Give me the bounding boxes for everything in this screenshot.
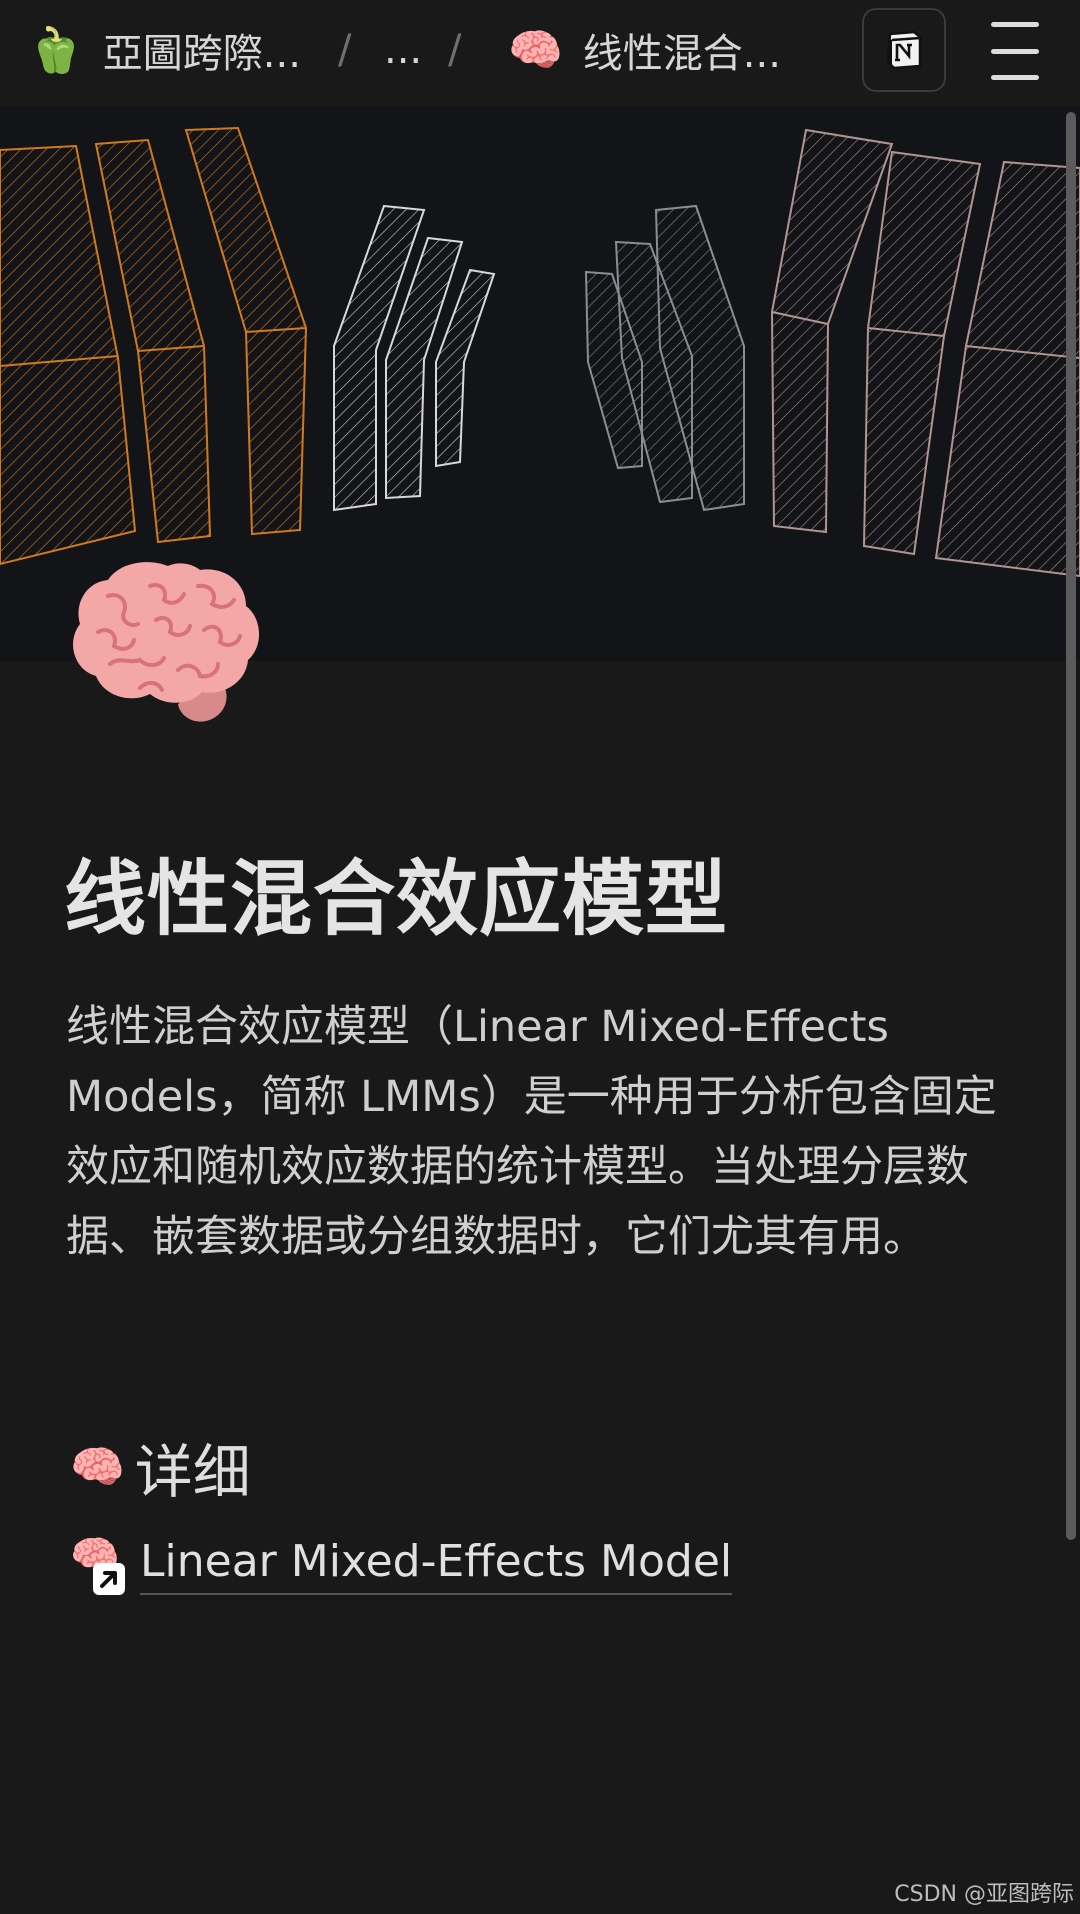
brain-icon: 🧠 [70,1442,125,1493]
notion-logo-icon [886,30,922,70]
page-description: 线性混合效应模型（Linear Mixed-Effects Models，简称 … [66,1002,997,1262]
breadcrumb-separator: / [338,27,352,73]
linked-page-label[interactable]: Linear Mixed-Effects Model [140,1536,733,1595]
breadcrumb-separator: / [448,27,462,73]
cover-white-slabs [333,204,496,512]
link-arrow-icon [93,1563,125,1595]
breadcrumb-current-page[interactable]: 🧠 线性混合... [508,0,781,100]
brain-icon [73,562,260,722]
breadcrumb-workspace[interactable]: 🫑 亞圖跨際... [28,0,301,100]
cover-orange-slabs [0,126,308,566]
details-heading-label: 详细 [134,1438,251,1506]
watermark: CSDN @亚图跨际 [894,1882,1074,1907]
hamburger-menu-icon [991,22,1039,27]
breadcrumb-workspace-label: 亞圖跨際... [102,31,301,77]
menu-button[interactable] [980,22,1050,80]
linked-page-icon: 🧠 [70,1532,132,1598]
scrollbar[interactable] [1066,112,1076,1540]
breadcrumb-ellipsis[interactable]: ... [384,0,422,100]
top-bar: 🫑 亞圖跨際... / ... / 🧠 线性混合... [0,0,1080,106]
cover-pink-slabs [770,128,1080,578]
details-heading: 🧠 详细 [70,1432,251,1506]
page-title: 线性混合效应模型 [64,852,729,947]
linked-page[interactable]: 🧠 Linear Mixed-Effects Model [70,1532,733,1598]
notion-button[interactable] [862,8,946,92]
brain-icon: 🧠 [508,25,563,76]
breadcrumb-current-label: 线性混合... [582,31,781,77]
cover-gray-slabs [584,204,745,512]
bell-pepper-icon: 🫑 [28,25,83,76]
